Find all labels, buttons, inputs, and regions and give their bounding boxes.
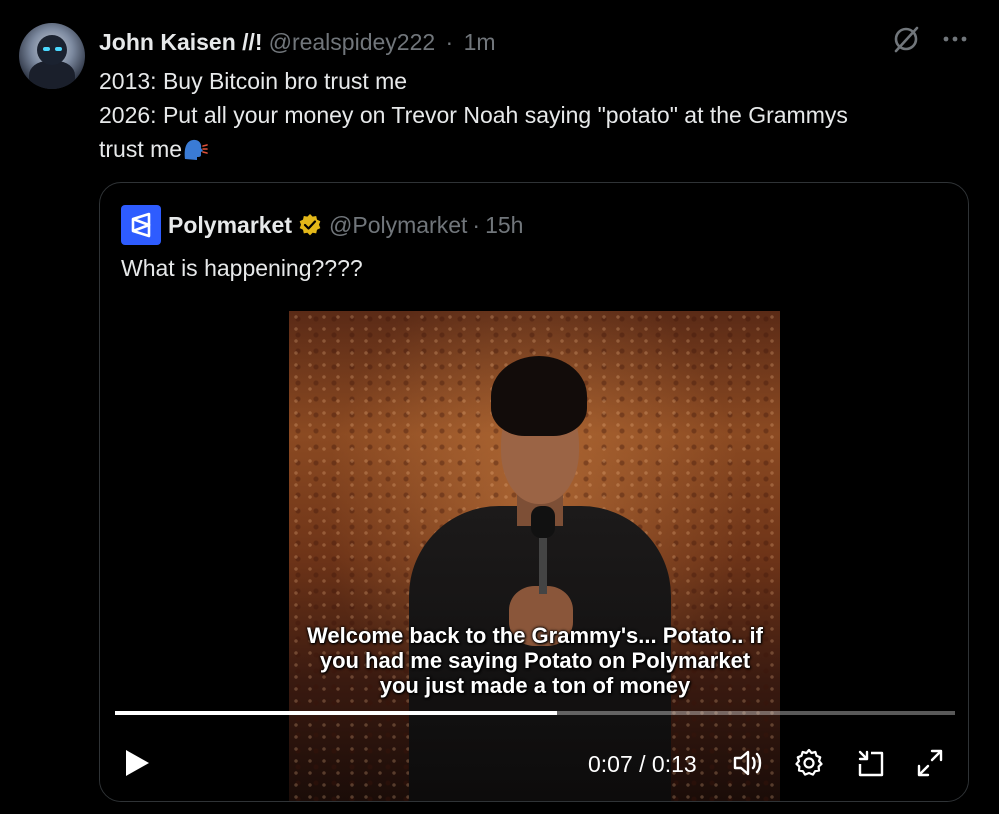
grok-icon[interactable]: [891, 24, 921, 54]
pip-icon[interactable]: [856, 747, 886, 784]
tweet-time[interactable]: 1m: [464, 29, 496, 55]
avatar-eye: [55, 47, 62, 51]
quoted-time[interactable]: 15h: [485, 212, 523, 239]
tweet-header: John Kaisen //! @realspidey222 · 1m: [99, 29, 496, 55]
fullscreen-icon[interactable]: [915, 747, 945, 784]
separator: ·: [445, 29, 454, 55]
video-player[interactable]: Welcome back to the Grammy's... Potato..…: [100, 311, 968, 801]
verified-badge-icon: [298, 213, 322, 237]
avatar-face: [37, 35, 67, 65]
tweet-line: trust me: [99, 136, 183, 162]
separator: ·: [472, 211, 481, 238]
quoted-author-handle[interactable]: @Polymarket: [329, 212, 467, 239]
quoted-author-name[interactable]: Polymarket: [168, 212, 292, 239]
polymarket-logo-icon[interactable]: [121, 205, 161, 245]
tweet-actions-top: [891, 24, 967, 54]
video-progress-fill: [115, 711, 557, 715]
author-handle[interactable]: @realspidey222: [269, 29, 436, 55]
tweet-line: 2026: Put all your money on Trevor Noah …: [99, 102, 848, 128]
volume-icon[interactable]: [732, 747, 766, 784]
avatar-figure: [29, 61, 75, 89]
quoted-tweet[interactable]: Polymarket @Polymarket · 15h What is hap…: [99, 182, 969, 802]
quoted-text: What is happening????: [121, 255, 363, 281]
author-name[interactable]: John Kaisen //!: [99, 29, 263, 55]
speaking-head-emoji: [182, 136, 208, 160]
microphone: [531, 506, 555, 594]
settings-icon[interactable]: [793, 747, 825, 784]
author-avatar[interactable]: [19, 23, 85, 89]
tweet-line-with-emoji: trust me: [99, 132, 959, 166]
tweet-line: 2013: Buy Bitcoin bro trust me: [99, 68, 408, 94]
presenter-hair: [491, 356, 587, 436]
caption-line: you had me saying Potato on Polymarket: [319, 648, 751, 673]
video-controls: 0:07 / 0:13: [100, 739, 968, 789]
video-time: 0:07 / 0:13: [588, 751, 697, 777]
video-frame: [289, 311, 780, 801]
video-progress-bar[interactable]: [115, 711, 955, 715]
caption-line: you just made a ton of money: [379, 673, 691, 698]
more-icon[interactable]: [943, 35, 967, 43]
tweet-text: 2013: Buy Bitcoin bro trust me 2026: Put…: [99, 64, 959, 166]
caption-line: Welcome back to the Grammy's... Potato..…: [307, 623, 763, 648]
quoted-header: Polymarket @Polymarket · 15h: [121, 205, 523, 245]
avatar-eye: [43, 47, 50, 51]
video-caption: Welcome back to the Grammy's... Potato..…: [100, 623, 968, 698]
play-icon[interactable]: [122, 747, 152, 784]
presenter-figure: [409, 356, 671, 801]
